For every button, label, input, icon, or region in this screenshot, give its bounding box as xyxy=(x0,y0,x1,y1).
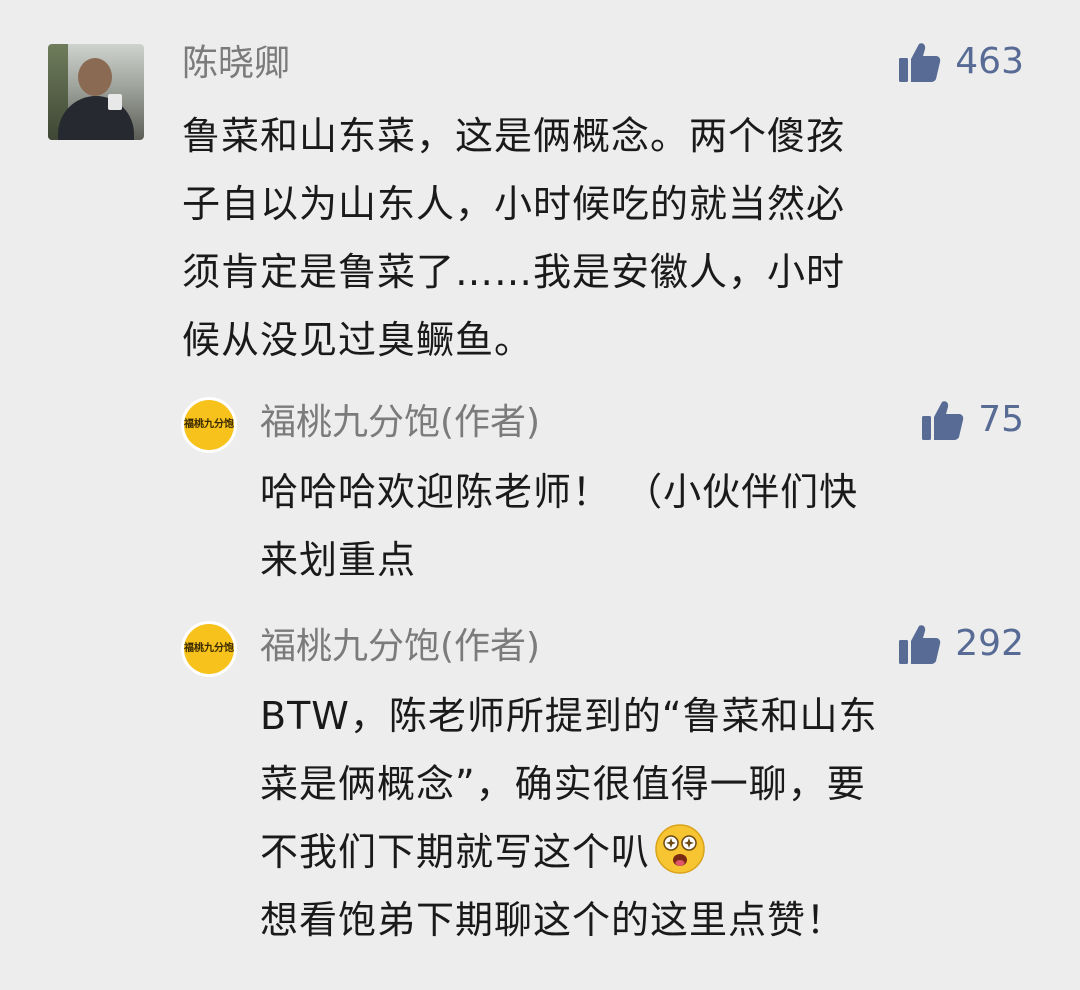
like-count: 75 xyxy=(978,399,1024,440)
comment-text-line: 鲁菜和山东菜，这是俩概念。两个傻孩 xyxy=(182,114,846,158)
comment-author[interactable]: 陈晓卿 xyxy=(182,42,290,86)
reply-text-line: 不我们下期就写这个叭 xyxy=(260,818,878,886)
reply-text: 哈哈哈欢迎陈老师！ （小伙伴们快 来划重点 xyxy=(260,458,858,594)
avatar-logo-text: 福桃九分饱 xyxy=(184,624,234,674)
reply-text-line: 想看饱弟下期聊这个的这里点赞！ xyxy=(260,898,846,942)
reply-text: BTW，陈老师所提到的“鲁菜和山东 菜是俩概念”，确实很值得一聊，要 不我们下期… xyxy=(260,682,878,954)
reply-author[interactable]: 福桃九分饱(作者) xyxy=(260,625,540,669)
like-count: 463 xyxy=(955,41,1024,82)
thumbs-up-icon xyxy=(899,43,941,82)
like-count: 292 xyxy=(955,623,1024,664)
avatar-logo-text: 福桃九分饱 xyxy=(184,400,234,450)
reply-text-line: 菜是俩概念”，确实很值得一聊，要 xyxy=(260,762,866,806)
comment-text-line: 候从没见过臭鳜鱼。 xyxy=(182,318,534,362)
comment-text-line: 须肯定是鲁菜了……我是安徽人，小时 xyxy=(182,250,846,294)
comment-text: 鲁菜和山东菜，这是俩概念。两个傻孩 子自以为山东人，小时候吃的就当然必 须肯定是… xyxy=(182,102,845,374)
avatar[interactable]: 福桃九分饱 xyxy=(181,397,237,453)
star-eyes-emoji-icon xyxy=(655,824,705,874)
like-button[interactable]: 75 xyxy=(920,398,1024,442)
thumbs-up-icon xyxy=(922,401,964,440)
reply-text-line: BTW，陈老师所提到的“鲁菜和山东 xyxy=(260,694,878,738)
thumbs-up-icon xyxy=(899,625,941,664)
like-button[interactable]: 463 xyxy=(897,40,1024,84)
reply-author[interactable]: 福桃九分饱(作者) xyxy=(260,401,540,445)
reply-text-line: 哈哈哈欢迎陈老师！ （小伙伴们快 xyxy=(260,470,859,514)
comment-item: 陈晓卿 463 鲁菜和山东菜，这是俩概念。两个傻孩 子自以为山东人，小时候吃的就… xyxy=(0,0,1080,380)
reply-text-line: 来划重点 xyxy=(260,538,417,582)
avatar[interactable]: 福桃九分饱 xyxy=(181,621,237,677)
reply-text-fragment: 不我们下期就写这个叭 xyxy=(260,830,651,874)
like-button[interactable]: 292 xyxy=(897,622,1024,666)
comment-text-line: 子自以为山东人，小时候吃的就当然必 xyxy=(182,182,846,226)
avatar[interactable] xyxy=(48,44,144,140)
